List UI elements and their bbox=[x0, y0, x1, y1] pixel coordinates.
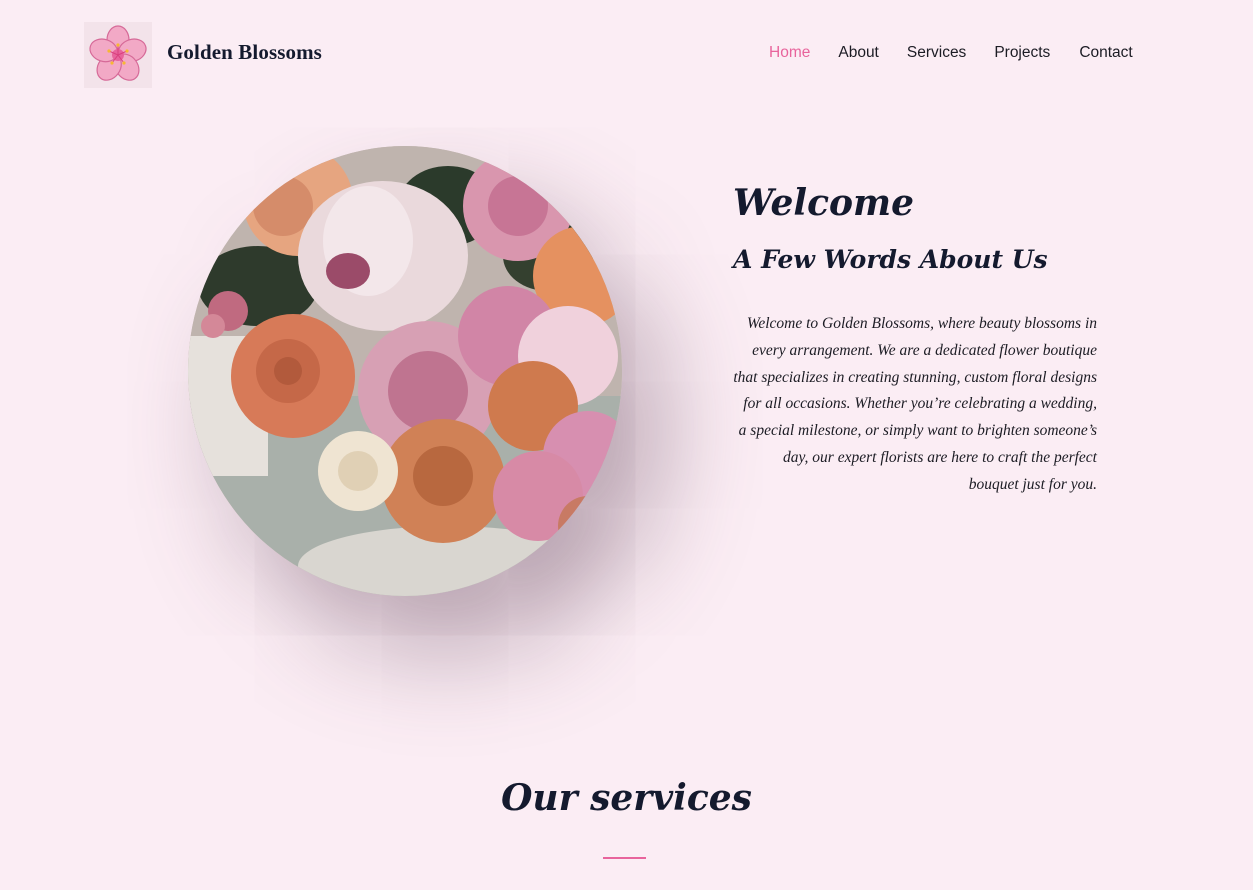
welcome-subtitle: A Few Words About Us bbox=[733, 245, 1048, 274]
site-header: Golden Blossoms Home About Services Proj… bbox=[0, 0, 1253, 110]
nav-about-link[interactable]: About bbox=[838, 44, 879, 62]
nav-contact-link[interactable]: Contact bbox=[1079, 44, 1132, 62]
services-section-title: Our services bbox=[501, 777, 752, 819]
welcome-body-text: Welcome to Golden Blossoms, where beauty… bbox=[733, 315, 1097, 493]
brand-name[interactable]: Golden Blossoms bbox=[167, 40, 322, 65]
nav-services-link[interactable]: Services bbox=[907, 44, 966, 62]
nav-projects-link[interactable]: Projects bbox=[994, 44, 1050, 62]
services-divider bbox=[603, 857, 646, 859]
welcome-title: Welcome bbox=[733, 182, 915, 224]
flower-bouquet-image bbox=[188, 146, 622, 596]
main-nav: Home About Services Projects Contact bbox=[769, 44, 1133, 62]
nav-home-link[interactable]: Home bbox=[769, 44, 810, 62]
logo[interactable] bbox=[84, 22, 152, 88]
cherry-blossom-icon bbox=[89, 25, 147, 81]
